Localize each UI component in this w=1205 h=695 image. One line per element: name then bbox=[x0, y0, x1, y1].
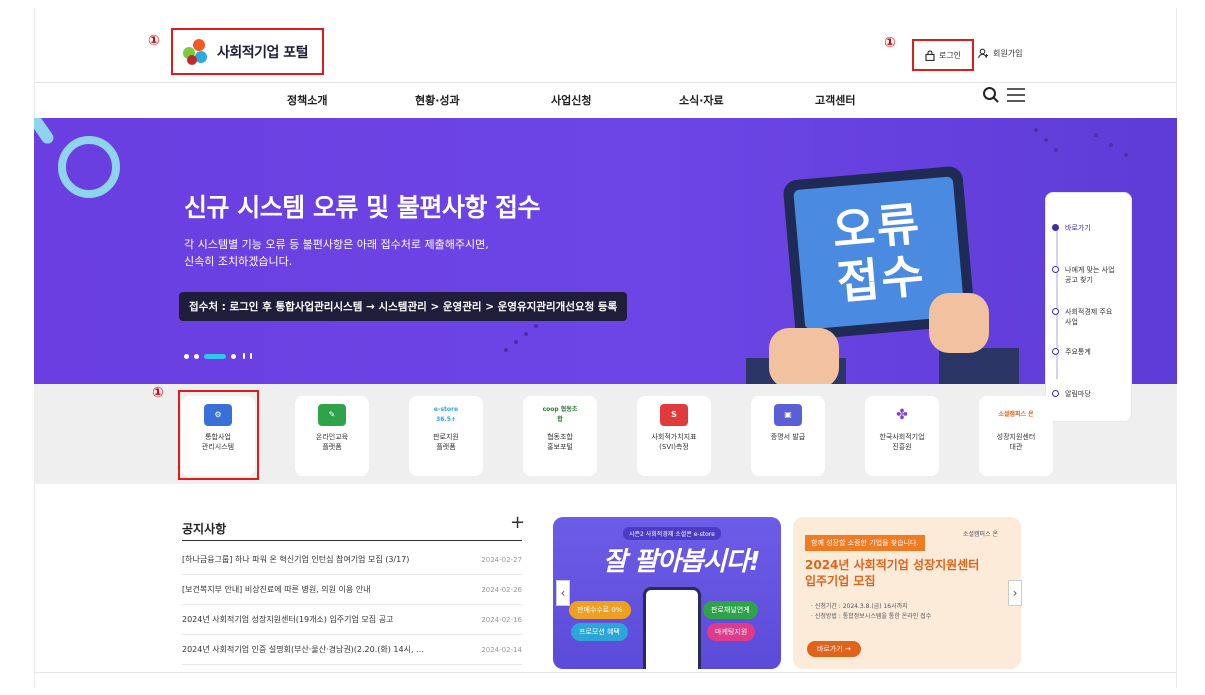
signup-link[interactable]: 회원가입 bbox=[978, 48, 1022, 59]
quick-menu-certificate[interactable]: ▣ 증명서 발급 bbox=[751, 396, 825, 476]
annotation-marker: ① bbox=[884, 35, 896, 51]
magnifier-handle bbox=[34, 118, 56, 147]
kosea-logo: ✤ bbox=[896, 407, 908, 423]
logo-icon bbox=[181, 37, 211, 67]
banner-pill: 판매수수료 0% bbox=[569, 601, 631, 619]
nav-item-apply[interactable]: 사업신청 bbox=[551, 92, 591, 108]
site-logo[interactable]: 사회적기업 포털 bbox=[171, 28, 324, 75]
notice-row[interactable]: 2024년 사회적기업 성장지원센터(19개소) 입주기업 모집 공고 2024-… bbox=[182, 605, 522, 635]
quick-nav-stats[interactable]: 주요통계 bbox=[1052, 347, 1091, 357]
quick-menu-sales-platform[interactable]: e-store 36.5+ 판로지원 플랫폼 bbox=[409, 396, 483, 476]
tablet-text: 접수 bbox=[834, 248, 928, 310]
quick-menu-online-education[interactable]: ✎ 온라인교육 플랫폼 bbox=[295, 396, 369, 476]
hero-desc-line: 신속히 조치하겠습니다. bbox=[184, 255, 293, 268]
banner-description: · 신청기간 : 2024.3.8.(금) 16시까지 · 신청방법 : 통합정… bbox=[811, 603, 932, 620]
quick-nav-major-projects[interactable]: 사회적경제 주요사업 bbox=[1052, 307, 1115, 327]
banner-prev-button[interactable]: ‹ bbox=[556, 580, 570, 606]
quick-nav-shortcut[interactable]: 바로가기 bbox=[1052, 223, 1091, 233]
quick-menu-svi[interactable]: S 사회적가치지표 (SVI)측정 bbox=[637, 396, 711, 476]
hero-submission-path: 접수처 : 로그인 후 통합사업관리시스템 → 시스템관리 > 운영관리 > 운… bbox=[179, 292, 628, 321]
nav-item-support[interactable]: 고객센터 bbox=[815, 92, 855, 108]
banner-pill: 프로모션 혜택 bbox=[571, 623, 628, 641]
quick-menu-coop-portal[interactable]: coop 협동조합 협동조합 홍보포털 bbox=[523, 396, 597, 476]
banner-pill: 마케팅지원 bbox=[707, 623, 756, 641]
nav-item-news[interactable]: 소식·자료 bbox=[679, 92, 724, 108]
banner-tag: 시즌2 사회적경제 소셜콘 e-store bbox=[623, 527, 721, 540]
nav-item-policy[interactable]: 정책소개 bbox=[287, 92, 327, 108]
notice-more-button[interactable]: + bbox=[510, 512, 525, 533]
quick-nav-panel: 바로가기 나에게 맞는 사업공고 찾기 사회적경제 주요사업 주요통계 알림마당 bbox=[1045, 192, 1132, 422]
annotation-marker: ① bbox=[152, 385, 164, 401]
nav-tools bbox=[982, 86, 1026, 104]
banner-pill: 판로채널연계 bbox=[703, 601, 758, 619]
tablet-text: 오류 bbox=[830, 196, 924, 258]
banner-go-button[interactable]: 바로가기 → bbox=[807, 641, 861, 657]
header-divider bbox=[34, 82, 1177, 83]
illustration-hand bbox=[769, 328, 839, 384]
banner-tag: 함께 성장할 소중한 기업을 찾습니다. bbox=[805, 535, 925, 551]
carousel-dot[interactable] bbox=[184, 353, 189, 359]
lock-icon bbox=[925, 49, 935, 61]
notice-title: 공지사항 bbox=[182, 522, 227, 536]
banner-title: 잘 팔아봅시다! bbox=[603, 547, 760, 577]
footer-divider bbox=[34, 672, 1177, 673]
certificate-icon: ▣ bbox=[774, 404, 802, 426]
nav-item-status[interactable]: 현황·성과 bbox=[415, 92, 460, 108]
notice-row[interactable]: [하나금융그룹] 하나 파워 온 혁신기업 인턴십 참여기업 모집 (3/17)… bbox=[182, 545, 522, 575]
notice-row[interactable]: [보건복지부 안내] 비상진료에 따른 병원, 의원 이용 안내 2024-02-… bbox=[182, 575, 522, 605]
quick-nav-find-notice[interactable]: 나에게 맞는 사업공고 찾기 bbox=[1052, 265, 1119, 285]
svi-icon: S bbox=[660, 404, 688, 426]
illustration-sleeve bbox=[939, 348, 1019, 384]
growth-center-banner[interactable]: 소셜캠퍼스 온 함께 성장할 소중한 기업을 찾습니다. 2024년 사회적기업… bbox=[793, 517, 1021, 669]
quick-menu-kosea[interactable]: ✤ 한국사회적기업 진흥원 bbox=[865, 396, 939, 476]
quick-nav-notices[interactable]: 알림마당 bbox=[1052, 389, 1091, 399]
hero-description: 각 시스템별 기능 오류 등 불편사항은 아래 접수처로 제출해주시면, 신속히… bbox=[184, 236, 584, 270]
hero-desc-line: 각 시스템별 기능 오류 등 불편사항은 아래 접수처로 제출해주시면, bbox=[184, 238, 489, 251]
phone-illustration bbox=[643, 587, 701, 669]
menu-icon[interactable] bbox=[1006, 87, 1026, 103]
magnifier-ring bbox=[58, 136, 120, 198]
coop-logo: coop 협동조합 bbox=[542, 406, 578, 423]
estore-banner[interactable]: 시즌2 사회적경제 소셜콘 e-store 잘 팔아봅시다! 판매수수료 0% … bbox=[553, 517, 781, 669]
banner-title: 2024년 사회적기업 성장지원센터 입주기업 모집 bbox=[805, 558, 980, 588]
quick-menu-growth-center[interactable]: 소셜캠퍼스 온 성장지원센터 대관 bbox=[979, 396, 1053, 476]
hero-banner[interactable]: 신규 시스템 오류 및 불편사항 접수 각 시스템별 기능 오류 등 불편사항은… bbox=[34, 118, 1177, 384]
annotation-marker: ① bbox=[148, 33, 160, 49]
growth-center-logo: 소셜캠퍼스 온 bbox=[998, 411, 1034, 418]
user-add-icon bbox=[978, 48, 988, 59]
pause-icon[interactable] bbox=[243, 353, 245, 359]
signup-label: 회원가입 bbox=[993, 49, 1023, 58]
carousel-indicator[interactable] bbox=[184, 353, 252, 359]
pause-icon[interactable] bbox=[250, 353, 252, 359]
gear-screen-icon: ⚙ bbox=[204, 404, 232, 426]
search-icon[interactable] bbox=[982, 86, 1000, 104]
login-label: 로그인 bbox=[938, 50, 962, 60]
edit-icon: ✎ bbox=[318, 404, 346, 426]
notice-divider bbox=[182, 540, 522, 541]
banner-logo: 소셜캠퍼스 온 bbox=[963, 531, 999, 538]
estore-logo: e-store 36.5+ bbox=[433, 406, 459, 423]
login-button[interactable]: 로그인 bbox=[912, 39, 974, 71]
notice-row[interactable]: 2024년 사회적기업 인증 설명회(부산·울산·경남권)(2.20.(화) 1… bbox=[182, 635, 522, 665]
carousel-dot[interactable] bbox=[194, 353, 199, 359]
hero-title: 신규 시스템 오류 및 불편사항 접수 bbox=[184, 193, 541, 222]
banner-next-button[interactable]: › bbox=[1008, 580, 1022, 606]
logo-text: 사회적기업 포털 bbox=[217, 44, 309, 61]
carousel-dot[interactable] bbox=[231, 353, 236, 359]
carousel-dot-active[interactable] bbox=[204, 353, 226, 359]
quick-menu-integrated-system[interactable]: ⚙ 통합사업 관리시스템 bbox=[181, 396, 255, 476]
illustration-hand bbox=[929, 293, 989, 353]
